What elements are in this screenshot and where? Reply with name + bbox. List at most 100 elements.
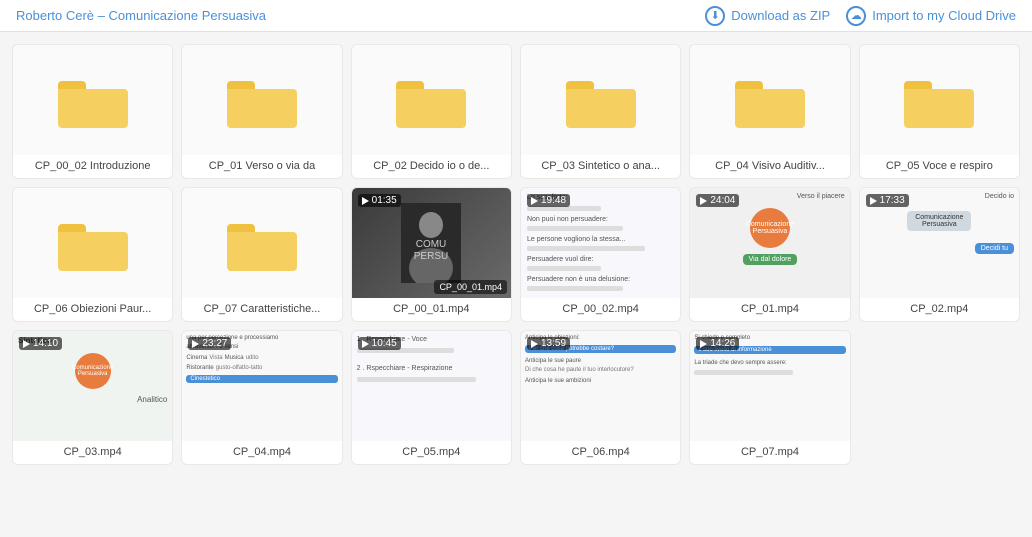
folder-label: CP_05 Voce e respiro: [860, 155, 1019, 178]
folder-icon: [566, 73, 636, 128]
duration-text: 10:45: [372, 338, 397, 349]
import-label: Import to my Cloud Drive: [872, 8, 1016, 23]
video-label: CP_06.mp4: [521, 441, 680, 464]
play-icon: [23, 340, 30, 348]
folder-label: CP_06 Obiezioni Paur...: [13, 298, 172, 321]
folder-icon: [227, 216, 297, 271]
video-card-video-cp00-02[interactable]: Lo sconforto: Non puoi non persuadere: L…: [520, 187, 681, 322]
breadcrumb-title[interactable]: Comunicazione Persuasiva: [109, 8, 267, 23]
download-icon: ⬇: [705, 6, 725, 26]
duration-text: 23:27: [202, 338, 227, 349]
play-icon: [531, 197, 538, 205]
folder-thumb: [860, 45, 1019, 155]
folder-label: CP_07 Caratteristiche...: [182, 298, 341, 321]
video-thumb: COMU PERSU CP_00_01.mp4 01:35: [352, 188, 511, 298]
video-thumb: Lo sconforto: Non puoi non persuadere: L…: [521, 188, 680, 298]
duration-text: 14:26: [710, 338, 735, 349]
duration-text: 17:33: [880, 195, 905, 206]
video-thumb: Si chiede e completo Il suo livello di i…: [690, 331, 849, 441]
folder-thumb: [182, 188, 341, 298]
download-zip-button[interactable]: ⬇ Download as ZIP: [705, 6, 830, 26]
folder-thumb: [521, 45, 680, 155]
folder-card-folder-00-02[interactable]: CP_00_02 Introduzione: [12, 44, 173, 179]
play-icon: [192, 340, 199, 348]
folder-label: CP_01 Verso o via da: [182, 155, 341, 178]
folder-thumb: [13, 45, 172, 155]
duration-text: 19:48: [541, 195, 566, 206]
breadcrumb-sep: –: [98, 8, 109, 23]
duration-badge: 01:35: [358, 194, 401, 207]
video-label: CP_03.mp4: [13, 441, 172, 464]
video-card-video-cp07[interactable]: Si chiede e completo Il suo livello di i…: [689, 330, 850, 465]
video-thumb: Decido io ComunicazionePersuasiva Decidi…: [860, 188, 1019, 298]
duration-badge: 23:27: [188, 337, 231, 350]
folder-icon: [58, 73, 128, 128]
video-label: CP_01.mp4: [690, 298, 849, 321]
video-card-video-cp01[interactable]: Verso il piacere ComunicazionePersuasiva…: [689, 187, 850, 322]
play-icon: [531, 340, 538, 348]
folder-thumb: [13, 188, 172, 298]
folder-card-folder-07[interactable]: CP_07 Caratteristiche...: [181, 187, 342, 322]
video-thumb: Anticipa le obiezioni: Per che cosa potr…: [521, 331, 680, 441]
folder-icon: [396, 73, 466, 128]
import-cloud-button[interactable]: ☁ Import to my Cloud Drive: [846, 6, 1016, 26]
filename-tag: CP_00_01.mp4: [434, 280, 507, 294]
folder-thumb: [182, 45, 341, 155]
video-card-video-cp00-01[interactable]: COMU PERSU CP_00_01.mp4 01:35 CP_00_01.m…: [351, 187, 512, 322]
duration-badge: 14:26: [696, 337, 739, 350]
folder-card-folder-01[interactable]: CP_01 Verso o via da: [181, 44, 342, 179]
video-thumb: una per percezione e processiamo attrave…: [182, 331, 341, 441]
cloud-icon: ☁: [846, 6, 866, 26]
play-icon: [362, 340, 369, 348]
file-grid: CP_00_02 Introduzione CP_01 Verso o via …: [0, 32, 1032, 477]
video-card-video-cp02[interactable]: Decido io ComunicazionePersuasiva Decidi…: [859, 187, 1020, 322]
play-icon: [700, 197, 707, 205]
folder-card-folder-06[interactable]: CP_06 Obiezioni Paur...: [12, 187, 173, 322]
video-label: CP_02.mp4: [860, 298, 1019, 321]
duration-badge: 13:59: [527, 337, 570, 350]
duration-badge: 17:33: [866, 194, 909, 207]
folder-label: CP_03 Sintetico o ana...: [521, 155, 680, 178]
breadcrumb-author: Roberto Cerè: [16, 8, 94, 23]
folder-card-folder-04[interactable]: CP_04 Visivo Auditiv...: [689, 44, 850, 179]
video-thumb: Verso il piacere ComunicazionePersuasiva…: [690, 188, 849, 298]
video-thumb: Sintetico ComunicazionePersuasiva Analit…: [13, 331, 172, 441]
folder-icon: [904, 73, 974, 128]
video-label: CP_00_01.mp4: [352, 298, 511, 321]
svg-text:COMU: COMU: [416, 239, 447, 250]
duration-text: 13:59: [541, 338, 566, 349]
video-label: CP_04.mp4: [182, 441, 341, 464]
folder-icon: [735, 73, 805, 128]
duration-text: 24:04: [710, 195, 735, 206]
header-actions: ⬇ Download as ZIP ☁ Import to my Cloud D…: [705, 6, 1016, 26]
folder-icon: [227, 73, 297, 128]
play-icon: [700, 340, 707, 348]
video-card-video-cp03[interactable]: Sintetico ComunicazionePersuasiva Analit…: [12, 330, 173, 465]
folder-icon: [58, 216, 128, 271]
download-label: Download as ZIP: [731, 8, 830, 23]
video-card-video-cp05[interactable]: 1 . Rspecchiare - Voce 2 . Rspecchiare -…: [351, 330, 512, 465]
app-header: Roberto Cerè – Comunicazione Persuasiva …: [0, 0, 1032, 32]
video-label: CP_05.mp4: [352, 441, 511, 464]
breadcrumb: Roberto Cerè – Comunicazione Persuasiva: [16, 8, 266, 23]
folder-card-folder-02[interactable]: CP_02 Decido io o de...: [351, 44, 512, 179]
duration-text: 14:10: [33, 338, 58, 349]
play-icon: [870, 197, 877, 205]
video-label: CP_00_02.mp4: [521, 298, 680, 321]
folder-label: CP_04 Visivo Auditiv...: [690, 155, 849, 178]
video-label: CP_07.mp4: [690, 441, 849, 464]
play-icon: [362, 197, 369, 205]
svg-text:PERSU: PERSU: [414, 251, 448, 262]
duration-badge: 19:48: [527, 194, 570, 207]
video-card-video-cp04[interactable]: una per percezione e processiamo attrave…: [181, 330, 342, 465]
video-thumb: 1 . Rspecchiare - Voce 2 . Rspecchiare -…: [352, 331, 511, 441]
folder-card-folder-05[interactable]: CP_05 Voce e respiro: [859, 44, 1020, 179]
folder-thumb: [690, 45, 849, 155]
duration-badge: 24:04: [696, 194, 739, 207]
duration-text: 01:35: [372, 195, 397, 206]
folder-thumb: [352, 45, 511, 155]
video-card-video-cp06[interactable]: Anticipa le obiezioni: Per che cosa potr…: [520, 330, 681, 465]
folder-card-folder-03[interactable]: CP_03 Sintetico o ana...: [520, 44, 681, 179]
folder-label: CP_00_02 Introduzione: [13, 155, 172, 178]
folder-label: CP_02 Decido io o de...: [352, 155, 511, 178]
